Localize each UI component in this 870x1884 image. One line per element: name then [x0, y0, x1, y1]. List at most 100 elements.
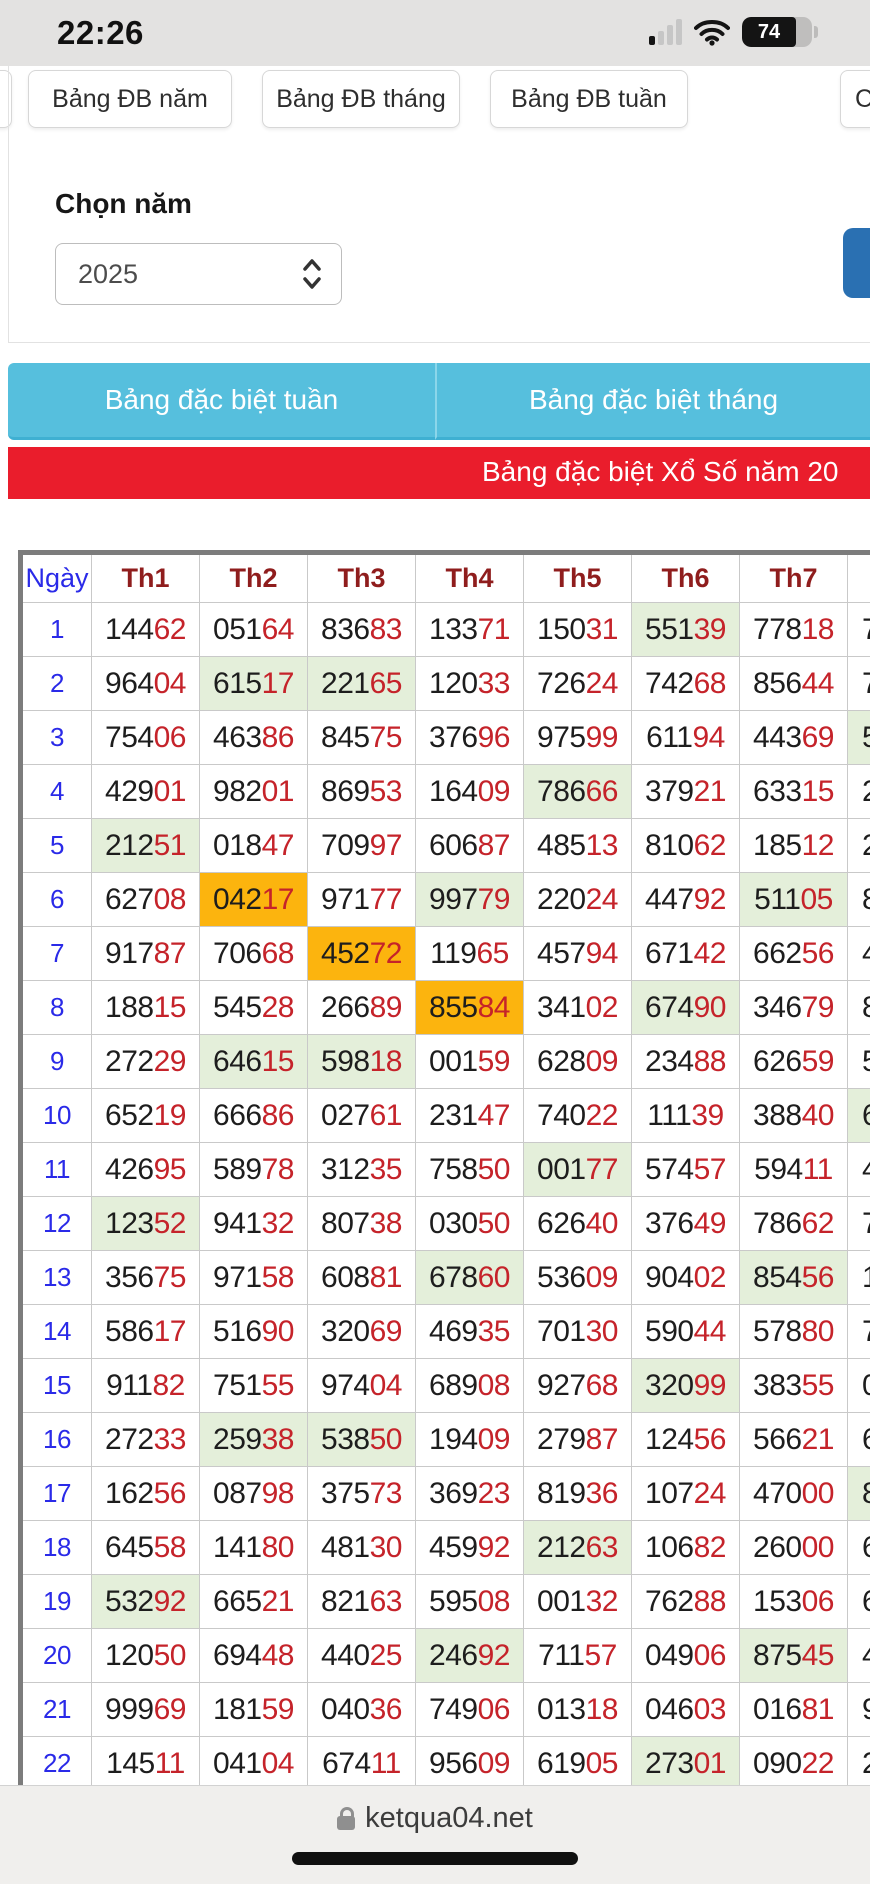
result-cell: 37921: [632, 765, 739, 818]
day-number: 7: [23, 927, 91, 980]
result-cell: 62708: [92, 873, 199, 926]
day-number: 5: [23, 819, 91, 872]
result-cell: 6: [848, 1413, 870, 1466]
column-header: Th5: [524, 555, 631, 602]
result-cell: 58617: [92, 1305, 199, 1358]
battery-icon: 74: [742, 17, 812, 47]
result-cell: 6: [848, 1575, 870, 1628]
result-cell: 78666: [524, 765, 631, 818]
result-cell: 60687: [416, 819, 523, 872]
result-cell: 53609: [524, 1251, 631, 1304]
submit-year-button[interactable]: [843, 228, 870, 298]
result-cell: 05164: [200, 603, 307, 656]
result-cell: 67142: [632, 927, 739, 980]
day-number: 10: [23, 1089, 91, 1142]
result-cell: 90402: [632, 1251, 739, 1304]
result-cell: 64558: [92, 1521, 199, 1574]
result-cell: 83683: [308, 603, 415, 656]
result-cell: 22024: [524, 873, 631, 926]
day-number: 9: [23, 1035, 91, 1088]
browser-bottom-bar: ketqua04.net: [0, 1785, 870, 1884]
column-header: [848, 555, 870, 602]
result-cell: 64615: [200, 1035, 307, 1088]
result-cell: 94132: [200, 1197, 307, 1250]
result-cell: 09022: [740, 1737, 847, 1790]
result-cell: 2: [848, 819, 870, 872]
wifi-icon: [694, 18, 730, 46]
day-number: 3: [23, 711, 91, 764]
result-cell: 70997: [308, 819, 415, 872]
status-bar: 22:26 74: [0, 0, 870, 66]
special-month-button[interactable]: Bảng đặc biệt tháng: [435, 363, 870, 440]
result-cell: 01847: [200, 819, 307, 872]
result-cell: 22165: [308, 657, 415, 710]
result-cell: 56621: [740, 1413, 847, 1466]
column-header-day: Ngày: [23, 555, 91, 602]
lottery-table: NgàyTh1Th2Th3Th4Th5Th6Th7114462051648368…: [23, 555, 870, 1790]
result-cell: 85456: [740, 1251, 847, 1304]
day-number: 22: [23, 1737, 91, 1790]
result-cell: 59411: [740, 1143, 847, 1196]
result-cell: 47000: [740, 1467, 847, 1520]
result-cell: 42901: [92, 765, 199, 818]
result-cell: 00132: [524, 1575, 631, 1628]
result-cell: 51105: [740, 873, 847, 926]
result-cell: 62640: [524, 1197, 631, 1250]
result-cell: 32069: [308, 1305, 415, 1358]
site-url: ketqua04.net: [365, 1802, 533, 1835]
result-cell: 04036: [308, 1683, 415, 1736]
result-cell: 8: [848, 981, 870, 1034]
result-cell: 61905: [524, 1737, 631, 1790]
result-cell: 99779: [416, 873, 523, 926]
day-number: 18: [23, 1521, 91, 1574]
result-cell: 67860: [416, 1251, 523, 1304]
select-chevrons-icon: [301, 257, 323, 291]
day-number: 6: [23, 873, 91, 926]
result-cell: 34679: [740, 981, 847, 1034]
result-cell: 66256: [740, 927, 847, 980]
result-cell: 51690: [200, 1305, 307, 1358]
result-cell: 7: [848, 603, 870, 656]
result-cell: 67411: [308, 1737, 415, 1790]
result-cell: 08798: [200, 1467, 307, 1520]
result-cell: 04104: [200, 1737, 307, 1790]
day-number: 15: [23, 1359, 91, 1412]
result-cell: 25938: [200, 1413, 307, 1466]
result-cell: 14511: [92, 1737, 199, 1790]
result-cell: 11139: [632, 1089, 739, 1142]
table-title-banner: Bảng đặc biệt Xổ Số năm 20: [8, 447, 870, 499]
result-cell: 70130: [524, 1305, 631, 1358]
result-cell: 38355: [740, 1359, 847, 1412]
special-week-button[interactable]: Bảng đặc biệt tuần: [8, 363, 435, 440]
result-cell: 6: [848, 1089, 870, 1142]
result-cell: 16409: [416, 765, 523, 818]
result-cell: 2: [848, 1737, 870, 1790]
result-cell: 71157: [524, 1629, 631, 1682]
result-cell: 66521: [200, 1575, 307, 1628]
cellular-signal-icon: [649, 19, 682, 45]
result-cell: 34102: [524, 981, 631, 1034]
result-cell: 16256: [92, 1467, 199, 1520]
result-cell: 75406: [92, 711, 199, 764]
result-cell: 68908: [416, 1359, 523, 1412]
year-select[interactable]: 2025: [55, 243, 342, 305]
column-header: Th3: [308, 555, 415, 602]
result-cell: 78662: [740, 1197, 847, 1250]
result-cell: 74906: [416, 1683, 523, 1736]
day-number: 16: [23, 1413, 91, 1466]
day-number: 4: [23, 765, 91, 818]
result-cell: 14180: [200, 1521, 307, 1574]
result-cell: 12456: [632, 1413, 739, 1466]
result-cell: 00177: [524, 1143, 631, 1196]
result-cell: 23147: [416, 1089, 523, 1142]
address-bar[interactable]: ketqua04.net: [0, 1802, 870, 1835]
button-label: Bảng đặc biệt tuần: [105, 384, 339, 416]
home-indicator[interactable]: [292, 1852, 578, 1865]
special-table-switcher: Bảng đặc biệt tuần Bảng đặc biệt tháng: [8, 363, 870, 437]
choose-year-label: Chọn năm: [55, 188, 192, 220]
result-cell: 97599: [524, 711, 631, 764]
clock: 22:26: [57, 14, 144, 52]
result-cell: 85584: [416, 981, 523, 1034]
result-cell: 27233: [92, 1413, 199, 1466]
result-cell: 69448: [200, 1629, 307, 1682]
